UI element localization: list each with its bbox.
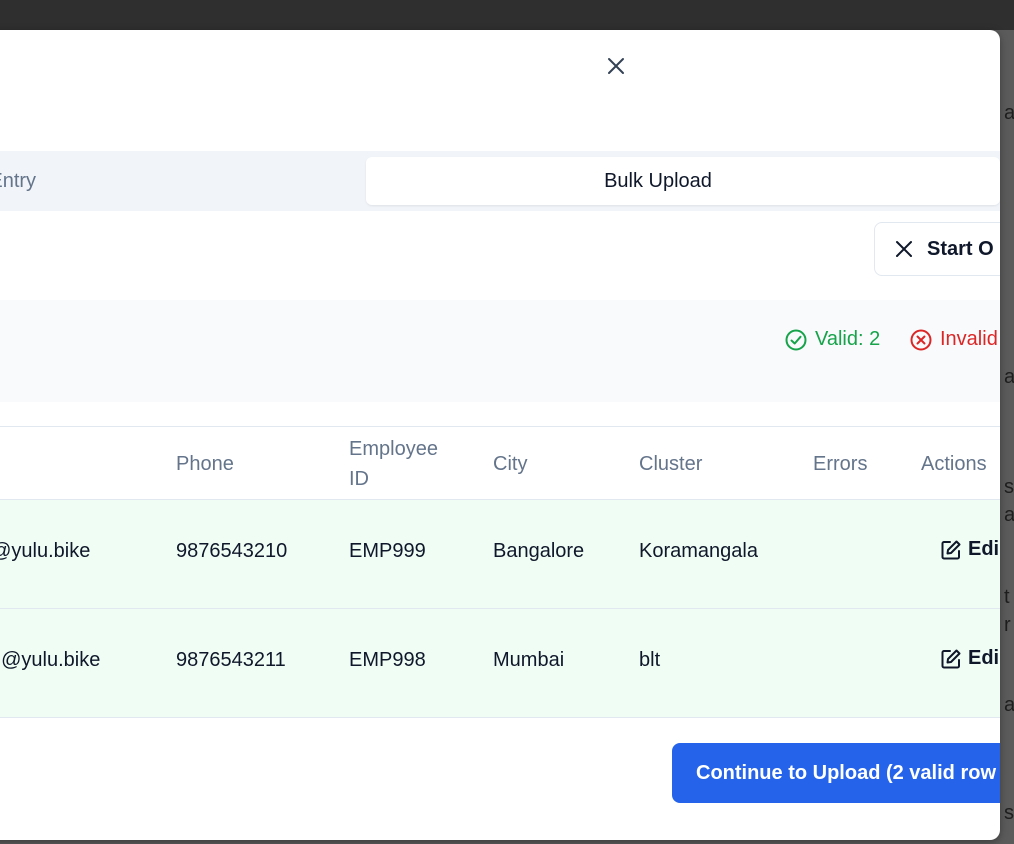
valid-count: Valid: 2: [785, 328, 880, 351]
column-header-cluster: Cluster: [639, 453, 703, 475]
edit-label: Edi: [968, 538, 1000, 560]
cell-phone: 9876543210: [176, 540, 288, 562]
start-over-label: Start O: [927, 237, 994, 260]
cell-email: e@yulu.bike: [0, 540, 91, 562]
edit-label: Edi: [968, 647, 1000, 669]
cell-city: Mumbai: [493, 649, 565, 671]
continue-upload-button[interactable]: Continue to Upload (2 valid row: [672, 743, 1000, 803]
background-text: t: [1004, 586, 1010, 608]
cell-employee-id: EMP999: [349, 540, 426, 562]
tab-bulk-upload[interactable]: Bulk Upload: [366, 157, 1000, 205]
close-button[interactable]: [604, 54, 628, 78]
validation-summary: Valid: 2 Invalid: [0, 300, 1000, 402]
edit-row-button[interactable]: Edi: [940, 647, 999, 670]
cell-cluster: Koramangala: [639, 540, 758, 562]
check-circle-icon: [785, 329, 807, 350]
continue-upload-label: Continue to Upload (2 valid row: [696, 761, 996, 784]
table-row: ith@yulu.bike 9876543211 EMP998 Mumbai b…: [0, 609, 1000, 718]
tab-label: nual Entry: [0, 169, 37, 192]
tab-list: nual Entry Bulk Upload: [0, 151, 1000, 211]
column-header-errors: Errors: [813, 453, 868, 475]
background-text: a: [1004, 102, 1014, 124]
column-header-phone: Phone: [176, 453, 234, 475]
tab-label: Bulk Upload: [604, 169, 712, 192]
background-text: a: [1004, 366, 1014, 388]
table-row: e@yulu.bike 9876543210 EMP999 Bangalore …: [0, 500, 1000, 609]
header-line: ID: [349, 468, 369, 490]
invalid-count-label: Invalid: [940, 328, 998, 350]
cell-employee-id: EMP998: [349, 649, 426, 671]
bulk-upload-dialog: nual Entry Bulk Upload Start O Valid: 2 …: [0, 30, 1000, 840]
close-icon: [896, 241, 912, 257]
background-text: a: [1004, 504, 1014, 526]
column-header-actions: Actions: [921, 453, 987, 475]
close-icon: [608, 58, 624, 74]
edit-row-button[interactable]: Edi: [940, 538, 999, 561]
cell-cluster: blt: [639, 649, 661, 671]
cell-phone: 9876543211: [176, 649, 286, 671]
edit-icon: [941, 649, 961, 668]
background-text: s: [1004, 802, 1014, 824]
column-header-employee-id: Employee ID: [349, 434, 438, 494]
column-header-city: City: [493, 453, 528, 475]
background-text: r: [1004, 614, 1011, 636]
cell-email: ith@yulu.bike: [0, 649, 101, 671]
x-circle-icon: [910, 329, 932, 350]
background-text: s: [1004, 476, 1014, 498]
header-line: Employee: [349, 438, 438, 460]
tab-manual-entry[interactable]: nual Entry: [0, 157, 360, 205]
start-over-button[interactable]: Start O: [874, 222, 1000, 276]
table-border: [0, 426, 1000, 427]
valid-count-label: Valid: 2: [815, 328, 881, 350]
invalid-count: Invalid: [910, 328, 998, 351]
edit-icon: [941, 540, 961, 559]
background-text: a: [1004, 694, 1014, 716]
cell-city: Bangalore: [493, 540, 585, 562]
